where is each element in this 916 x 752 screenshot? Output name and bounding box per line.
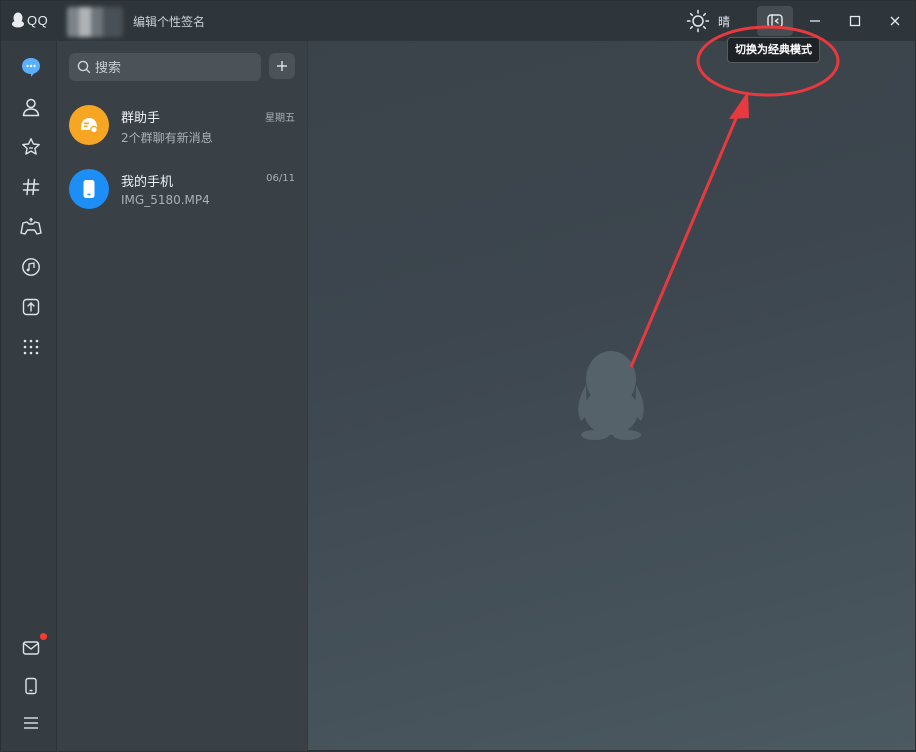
- conversation-list: 群助手 2个群聊有新消息 星期五 我的手机 IMG_5180.MP4 06/11: [57, 41, 308, 751]
- weather-text[interactable]: 晴: [718, 13, 730, 30]
- left-nav: [1, 41, 57, 751]
- close-button[interactable]: [877, 6, 913, 36]
- plus-icon: [277, 61, 287, 71]
- phone-icon: [83, 180, 95, 198]
- chat-bubble-icon: [22, 58, 40, 77]
- sun-icon[interactable]: [686, 9, 710, 33]
- nav-messages[interactable]: [18, 54, 44, 80]
- edit-signature-link[interactable]: 编辑个性签名: [133, 13, 205, 30]
- switch-mode-button[interactable]: [757, 6, 793, 36]
- my-phone-avatar: [69, 169, 109, 209]
- nav-apps[interactable]: [18, 334, 44, 360]
- hamburger-menu-icon: [24, 717, 38, 729]
- close-icon: [890, 16, 900, 26]
- qq-window: QQ 编辑个性签名 晴 搜索 群助手 2个群聊有新消息 星期五 我的手机 IMG…: [0, 0, 916, 751]
- minimize-icon: [810, 20, 820, 22]
- person-icon: [22, 98, 40, 117]
- search-icon: [77, 60, 91, 74]
- search-input[interactable]: [93, 53, 257, 83]
- chat-preview: IMG_5180.MP4: [121, 193, 210, 207]
- nav-phone[interactable]: [18, 673, 44, 699]
- add-button[interactable]: [269, 53, 295, 79]
- nav-menu[interactable]: [18, 710, 44, 736]
- music-note-icon: [22, 258, 40, 276]
- nav-favorites[interactable]: [18, 134, 44, 160]
- nav-games[interactable]: [18, 214, 44, 240]
- star-icon: [22, 138, 40, 155]
- group-assistant-icon: [81, 118, 98, 134]
- chat-area: [308, 41, 915, 751]
- chat-time: 06/11: [266, 173, 295, 184]
- nav-mail[interactable]: [18, 633, 47, 661]
- app-logo-text: QQ: [27, 12, 49, 28]
- phone-icon: [25, 677, 37, 695]
- maximize-icon: [849, 15, 861, 27]
- chat-preview: 2个群聊有新消息: [121, 131, 213, 145]
- title-bar: QQ 编辑个性签名 晴: [1, 1, 915, 41]
- list-item[interactable]: 我的手机 IMG_5180.MP4 06/11: [57, 157, 307, 221]
- mail-icon: [22, 641, 40, 655]
- grid-dots-icon: [23, 339, 39, 355]
- qq-penguin-icon: [578, 351, 644, 440]
- app-logo: QQ: [11, 12, 48, 28]
- group-assistant-avatar: [69, 105, 109, 145]
- switch-mode-tooltip: 切换为经典模式: [727, 37, 820, 63]
- gamepad-icon: [20, 217, 42, 235]
- nav-files[interactable]: [18, 294, 44, 320]
- maximize-button[interactable]: [837, 6, 873, 36]
- nav-contacts[interactable]: [18, 94, 44, 120]
- search-box[interactable]: [69, 53, 261, 83]
- minimize-button[interactable]: [797, 6, 833, 36]
- switch-mode-icon: [767, 14, 783, 28]
- hashtag-icon: [22, 178, 40, 196]
- user-avatar[interactable]: [67, 7, 123, 37]
- nav-channels[interactable]: [18, 174, 44, 200]
- chat-name: 群助手: [121, 111, 161, 126]
- upload-file-icon: [22, 298, 40, 316]
- nav-music[interactable]: [18, 254, 44, 280]
- notification-badge: [40, 633, 47, 640]
- chat-time: 星期五: [265, 113, 295, 124]
- chat-name: 我的手机: [121, 175, 174, 190]
- qq-logo-icon: [12, 12, 24, 28]
- list-item[interactable]: 群助手 2个群聊有新消息 星期五: [57, 93, 307, 157]
